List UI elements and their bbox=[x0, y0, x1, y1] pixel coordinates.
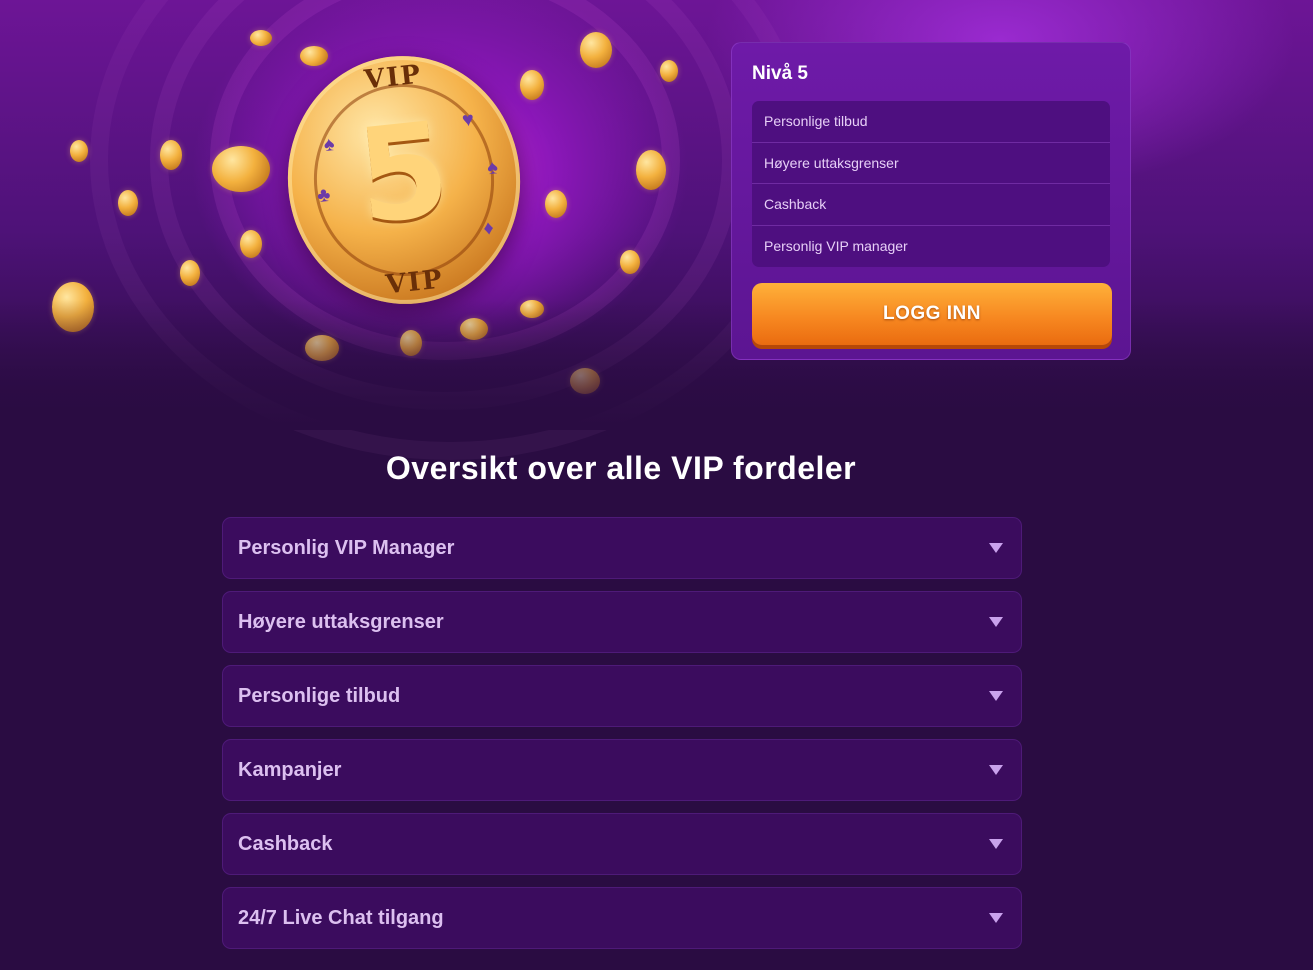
vip-page: VIP 5 VIP ♥ ♠ ♣ ♠ ♦ Nivå 5 Personlige ti… bbox=[0, 0, 1313, 970]
coin-decoration bbox=[250, 30, 272, 46]
coin-decoration bbox=[160, 140, 182, 170]
club-suit-icon: ♣ bbox=[316, 183, 332, 208]
chevron-down-icon bbox=[989, 839, 1003, 849]
coin-decoration bbox=[180, 260, 200, 286]
accordion-item-cashback[interactable]: Cashback bbox=[222, 813, 1022, 875]
level-benefit-item: Høyere uttaksgrenser bbox=[752, 143, 1110, 184]
coin-decoration bbox=[240, 230, 262, 258]
level-title: Nivå 5 bbox=[752, 63, 808, 84]
accordion-item-live-chat[interactable]: 24/7 Live Chat tilgang bbox=[222, 887, 1022, 949]
coin-decoration bbox=[660, 60, 678, 82]
accordion-label: Kampanjer bbox=[238, 759, 342, 781]
coin-decoration bbox=[212, 146, 270, 192]
accordion-label: 24/7 Live Chat tilgang bbox=[238, 907, 444, 929]
accordion-label: Høyere uttaksgrenser bbox=[238, 611, 444, 633]
accordion-item-hoyere-uttaksgrenser[interactable]: Høyere uttaksgrenser bbox=[222, 591, 1022, 653]
accordion-label: Personlige tilbud bbox=[238, 685, 401, 707]
level-benefit-list: Personlige tilbud Høyere uttaksgrenser C… bbox=[752, 101, 1110, 267]
accordion-label: Personlig VIP Manager bbox=[238, 537, 455, 559]
chevron-down-icon bbox=[989, 691, 1003, 701]
level-benefit-item: Personlig VIP manager bbox=[764, 237, 908, 254]
level-card: Nivå 5 Personlige tilbud Høyere uttaksgr… bbox=[731, 42, 1131, 360]
coin-decoration bbox=[520, 70, 544, 100]
coin-decoration bbox=[545, 190, 567, 218]
coin-decoration bbox=[620, 250, 640, 274]
overview-title: Oversikt over alle VIP fordeler bbox=[385, 450, 857, 486]
chevron-down-icon bbox=[989, 543, 1003, 553]
coin-decoration bbox=[636, 150, 666, 190]
spade-suit-icon: ♠ bbox=[322, 133, 336, 157]
heart-suit-icon: ♥ bbox=[460, 108, 476, 132]
chevron-down-icon bbox=[989, 765, 1003, 775]
accordion-item-personlige-tilbud[interactable]: Personlige tilbud bbox=[222, 665, 1022, 727]
coin-decoration bbox=[118, 190, 138, 216]
chevron-down-icon bbox=[989, 617, 1003, 627]
chevron-down-icon bbox=[989, 913, 1003, 923]
accordion-label: Cashback bbox=[238, 833, 333, 855]
benefits-accordion: Personlig VIP Manager Høyere uttaksgrens… bbox=[222, 517, 1022, 961]
coin-decoration bbox=[300, 46, 328, 66]
level-benefit-item: Cashback bbox=[752, 184, 1110, 226]
accordion-item-kampanjer[interactable]: Kampanjer bbox=[222, 739, 1022, 801]
coin-decoration bbox=[70, 140, 88, 162]
accordion-item-personlig-vip-manager[interactable]: Personlig VIP Manager bbox=[222, 517, 1022, 579]
level-benefit-item: Personlige tilbud bbox=[752, 101, 1110, 143]
spade-suit-icon: ♠ bbox=[486, 156, 499, 180]
coin-decoration bbox=[580, 32, 612, 68]
login-button[interactable]: LOGG INN bbox=[752, 283, 1112, 345]
